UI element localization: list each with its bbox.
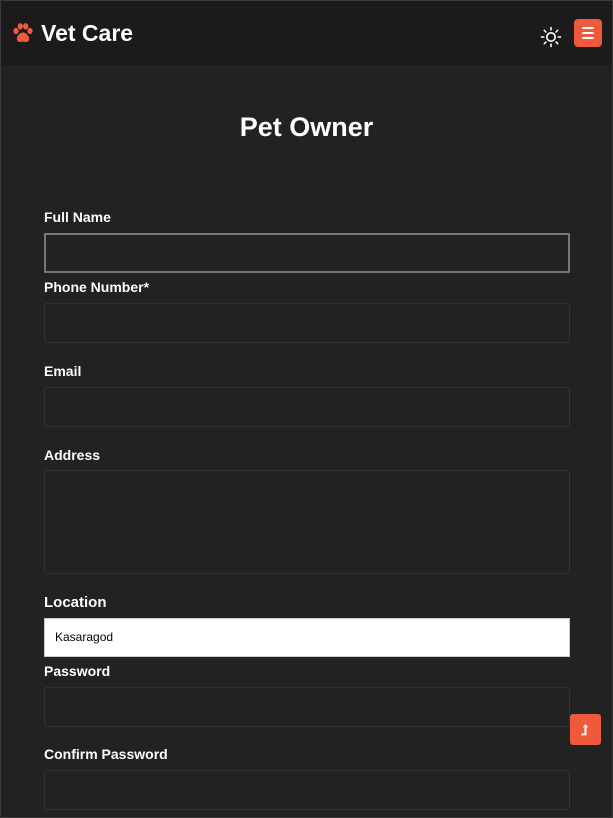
email-label: Email bbox=[44, 363, 82, 379]
location-select[interactable]: Kasaragod bbox=[44, 618, 570, 657]
arrow-up-icon bbox=[581, 724, 589, 736]
brand-name: Vet Care bbox=[41, 20, 134, 46]
full-name-label: Full Name bbox=[44, 209, 111, 225]
location-label: Location bbox=[44, 594, 107, 611]
password-input[interactable] bbox=[44, 687, 570, 727]
theme-toggle-button[interactable] bbox=[540, 26, 562, 48]
brand-link[interactable]: Vet Care bbox=[11, 19, 133, 47]
email-input[interactable] bbox=[44, 387, 570, 427]
address-textarea[interactable] bbox=[44, 470, 570, 574]
location-selected-value: Kasaragod bbox=[55, 630, 114, 644]
navbar: Vet Care bbox=[1, 1, 612, 65]
confirm-password-label: Confirm Password bbox=[44, 746, 168, 762]
full-name-input[interactable] bbox=[44, 233, 570, 273]
address-label: Address bbox=[44, 447, 101, 463]
confirm-password-input[interactable] bbox=[44, 770, 570, 810]
phone-number-input[interactable] bbox=[44, 303, 570, 343]
menu-toggle-button[interactable] bbox=[574, 19, 602, 47]
sun-icon bbox=[540, 26, 562, 48]
password-label: Password bbox=[44, 663, 111, 679]
page: Vet Care Pet Owner Full Name Phone Numbe… bbox=[0, 0, 613, 818]
phone-number-label: Phone Number* bbox=[44, 279, 150, 295]
paw-icon bbox=[11, 21, 35, 45]
scroll-to-top-button[interactable] bbox=[570, 714, 601, 745]
page-title: Pet Owner bbox=[239, 112, 374, 142]
